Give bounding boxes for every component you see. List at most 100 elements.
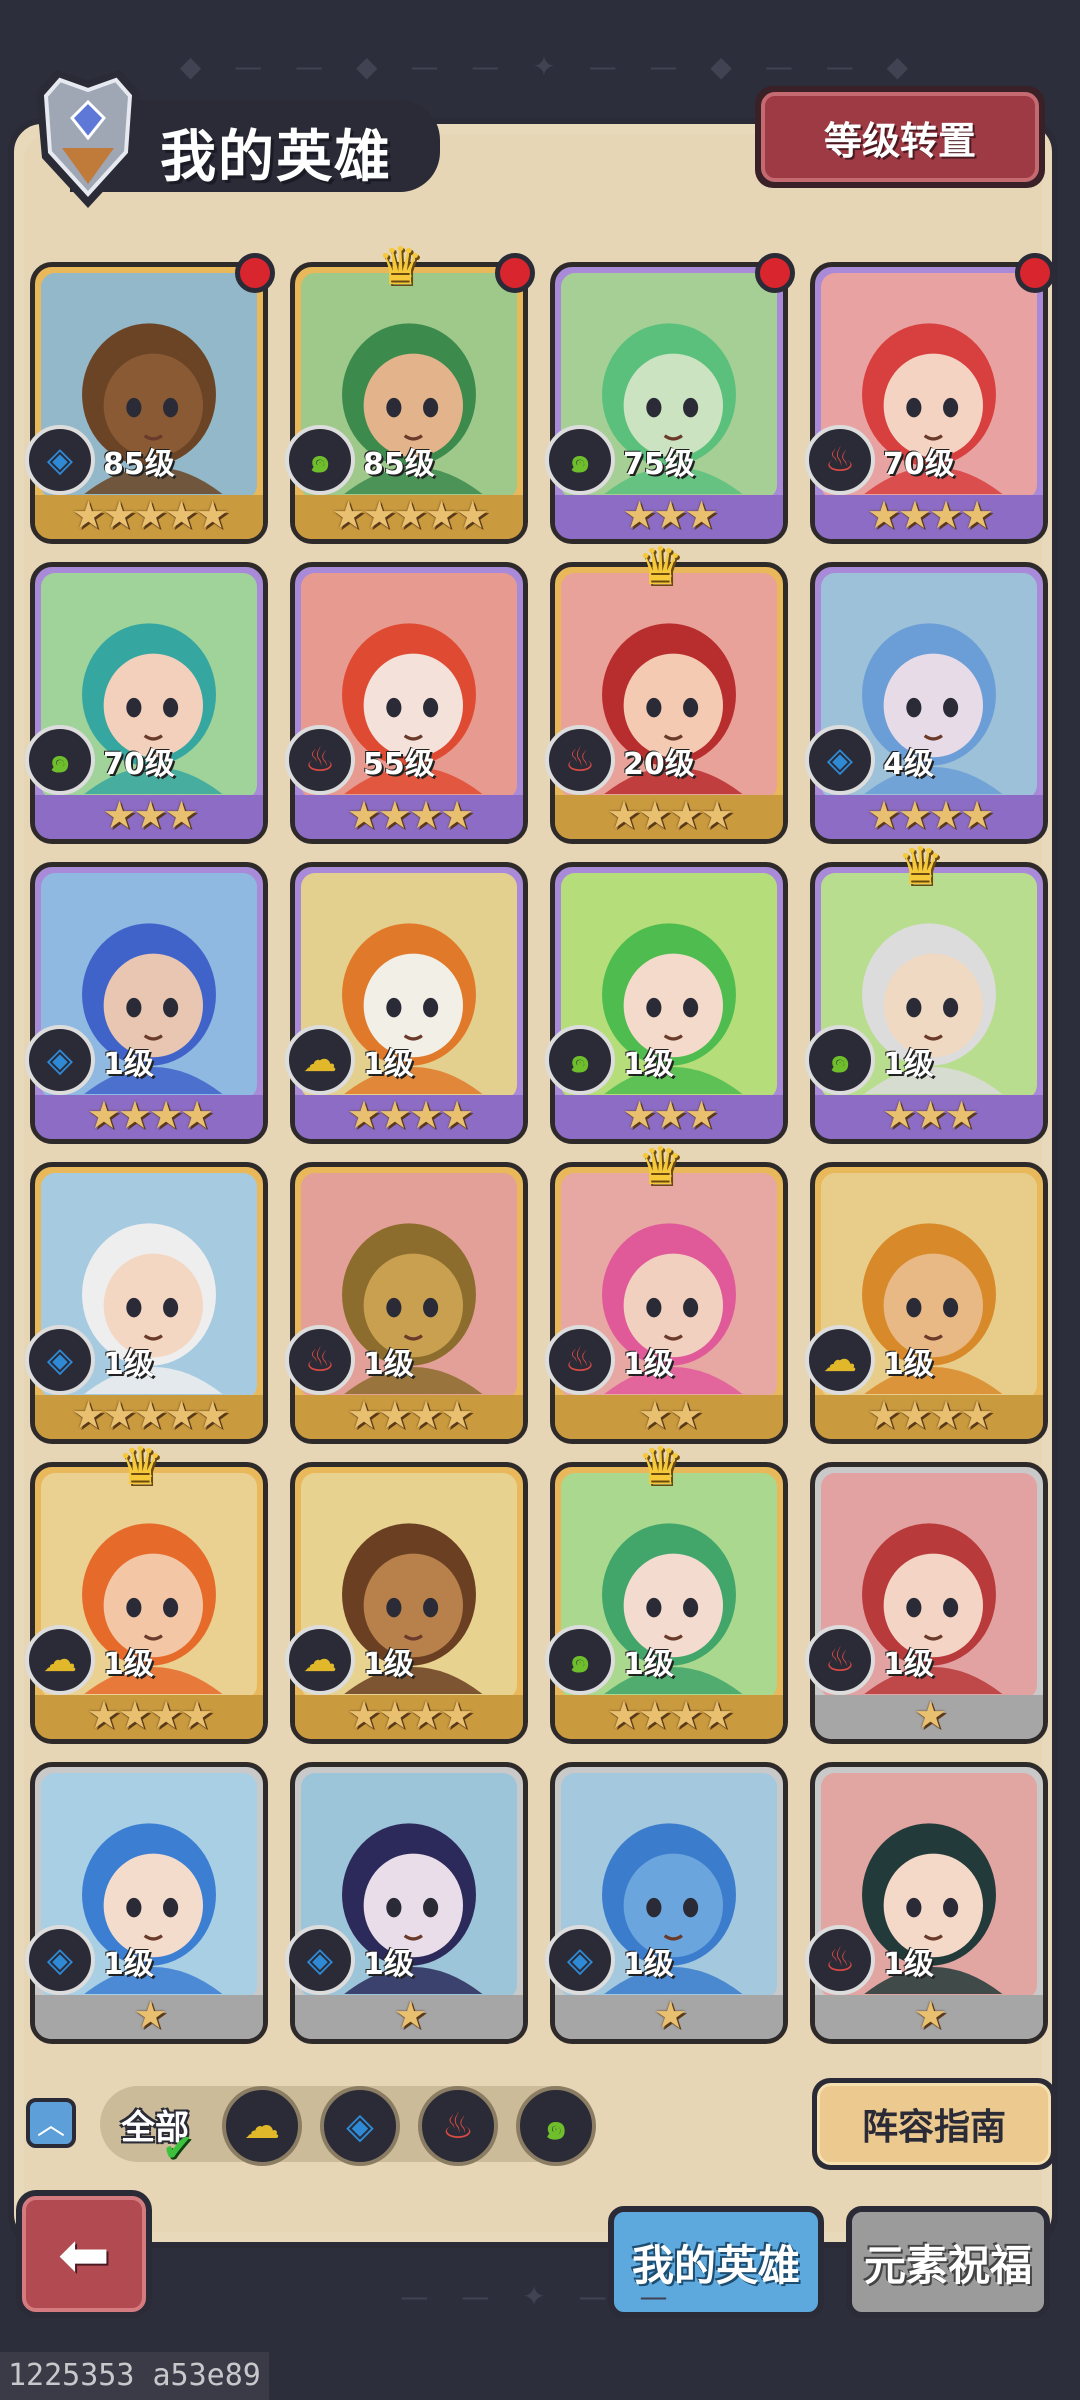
hero-card[interactable]: ♨ 20级 ★★★★ ♛ (545, 537, 788, 844)
filter-wind-button[interactable]: ๑ (516, 2086, 596, 2166)
hero-card[interactable]: ๑ 1级 ★★★ (545, 862, 788, 1144)
level-reset-button[interactable]: 等级转置 (755, 86, 1045, 188)
hero-card[interactable]: ☁ 1级 ★★★★ (285, 1462, 528, 1744)
hero-level: 1级 (883, 1647, 934, 1682)
expand-filter-button[interactable]: ︿ (26, 2098, 76, 2148)
hero-stars: ★★ (637, 1393, 703, 1437)
water-icon: ◈ (25, 1325, 95, 1395)
hero-stars: ★★★ (882, 1093, 978, 1137)
hero-stars: ★★★★★ (331, 493, 489, 537)
hero-card[interactable]: ๑ 75级 ★★★ (545, 253, 795, 544)
build-id-label: 1225353 a53e89 (0, 2352, 269, 2400)
hero-level: 1级 (883, 1047, 934, 1082)
hero-level: 1级 (623, 1047, 674, 1082)
earth-icon: ☁ (25, 1625, 95, 1695)
fire-icon: ♨ (805, 1625, 875, 1695)
earth-icon: ☁ (285, 1625, 355, 1695)
hero-level: 1级 (103, 1947, 154, 1982)
hero-card[interactable]: ◈ 4级 ★★★★ (805, 562, 1048, 844)
fire-icon: ♨ (545, 725, 615, 795)
filter-earth-button[interactable]: ☁ (222, 2086, 302, 2166)
hero-stars: ★★★★ (866, 1393, 994, 1437)
hero-level: 1级 (883, 1947, 934, 1982)
wind-icon: ๑ (25, 725, 95, 795)
hero-stars: ★ (393, 1993, 427, 2037)
hero-level: 1级 (363, 1947, 414, 1982)
hero-level: 1级 (363, 1647, 414, 1682)
hero-card[interactable]: ๑ 1级 ★★★ ♛ (805, 837, 1048, 1144)
hero-card[interactable]: ◈ 1级 ★ (285, 1762, 528, 2044)
hero-card[interactable]: ♨ 1级 ★★★★ (285, 1162, 528, 1444)
element-filter-row: ︿ 全部 ✔ ☁ ◈ ♨ ๑ (20, 2080, 600, 2170)
hero-stars: ★★★★★ (71, 493, 229, 537)
page-title: 我的英雄 (160, 125, 392, 190)
earth-icon: ☁ (285, 1025, 355, 1095)
hero-stars: ★★★ (622, 493, 718, 537)
hero-stars: ★★★★ (346, 1393, 474, 1437)
water-icon: ◈ (805, 725, 875, 795)
hero-card[interactable]: ◈ 1级 ★★★★ (25, 862, 268, 1144)
filter-fire-button[interactable]: ♨ (418, 2086, 498, 2166)
hero-stars: ★★★★ (346, 1693, 474, 1737)
hero-level: 1级 (363, 1347, 414, 1382)
hero-level: 4级 (883, 747, 934, 782)
crown-icon: ♛ (637, 537, 684, 597)
filter-water-button[interactable]: ◈ (320, 2086, 400, 2166)
wind-icon: ๑ (545, 1025, 615, 1095)
hero-card[interactable]: ♨ 1级 ★ (805, 1462, 1048, 1744)
hero-stars: ★★★★ (86, 1093, 214, 1137)
hero-stars: ★★★★ (346, 793, 474, 837)
bottom-decoration: — — ✦ — — (400, 2280, 680, 2313)
hero-card[interactable]: ♨ 1级 ★★ ♛ (545, 1137, 788, 1444)
crown-icon: ♛ (117, 1437, 164, 1497)
wind-icon: ๑ (544, 2106, 568, 2148)
notification-dot (1015, 253, 1055, 293)
water-icon: ◈ (25, 425, 95, 495)
helmet-icon (36, 70, 140, 208)
hero-card[interactable]: ♨ 70级 ★★★★ (805, 253, 1055, 544)
check-icon: ✔ (162, 2126, 194, 2170)
hero-stars: ★★★★ (606, 793, 734, 837)
lineup-guide-button[interactable]: 阵容指南 (812, 2078, 1056, 2170)
fire-icon: ♨ (285, 725, 355, 795)
hero-stars: ★ (913, 1693, 947, 1737)
hero-card[interactable]: ♨ 1级 ★ (805, 1762, 1048, 2044)
water-icon: ◈ (346, 2105, 374, 2147)
hero-card[interactable]: ๑ 85级 ★★★★★ ♛ (285, 237, 535, 544)
hero-stars: ★★★ (622, 1093, 718, 1137)
hero-card[interactable]: ◈ 1级 ★ (25, 1762, 268, 2044)
hero-card[interactable]: ◈ 1级 ★★★★★ (25, 1162, 268, 1444)
notification-dot (755, 253, 795, 293)
hero-card[interactable]: ◈ 85级 ★★★★★ (25, 253, 275, 544)
hero-level: 1级 (103, 1647, 154, 1682)
hero-level: 70级 (103, 747, 175, 782)
hero-level: 85级 (103, 447, 175, 482)
hero-stars: ★★★★ (606, 1693, 734, 1737)
hero-stars: ★ (133, 1993, 167, 2037)
crown-icon: ♛ (637, 1437, 684, 1497)
filter-all-button[interactable]: 全部 ✔ (110, 2086, 194, 2170)
hero-level: 1级 (623, 1647, 674, 1682)
hero-card[interactable]: ☁ 1级 ★★★★ (805, 1162, 1048, 1444)
water-icon: ◈ (285, 1925, 355, 1995)
hero-card[interactable]: ☁ 1级 ★★★★ (285, 862, 528, 1144)
hero-level: 1级 (623, 1347, 674, 1382)
hero-level: 1级 (623, 1947, 674, 1982)
hero-card[interactable]: ♨ 55级 ★★★★ (285, 562, 528, 844)
hero-card[interactable]: ๑ 70级 ★★★ (25, 562, 268, 844)
wind-icon: ๑ (545, 425, 615, 495)
fire-icon: ♨ (805, 1925, 875, 1995)
level-reset-label: 等级转置 (761, 92, 1039, 182)
hero-stars: ★ (653, 1993, 687, 2037)
hero-level: 55级 (363, 747, 435, 782)
hero-card[interactable]: ๑ 1级 ★★★★ ♛ (545, 1437, 788, 1744)
fire-icon: ♨ (805, 425, 875, 495)
notification-dot (235, 253, 275, 293)
hero-card[interactable]: ◈ 1级 ★ (545, 1762, 788, 2044)
hero-level: 70级 (883, 447, 955, 482)
hero-level: 1级 (103, 1347, 154, 1382)
notification-dot (495, 253, 535, 293)
hero-card[interactable]: ☁ 1级 ★★★★ ♛ (25, 1437, 268, 1744)
fire-icon: ♨ (285, 1325, 355, 1395)
crown-icon: ♛ (377, 237, 424, 297)
